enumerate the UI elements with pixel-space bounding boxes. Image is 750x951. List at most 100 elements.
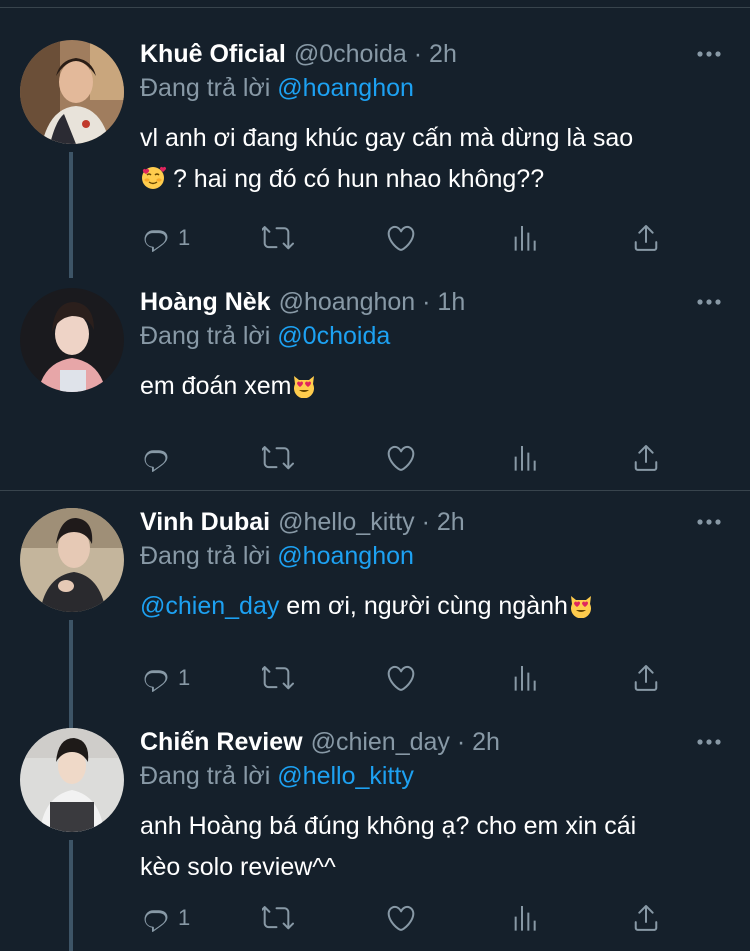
tweet-header: Khuê Oficial @0choida · 2h	[140, 40, 457, 74]
top-divider	[0, 7, 750, 8]
tweet-text-line-1: em đoán xem	[140, 366, 730, 407]
reply-count: 1	[178, 665, 191, 690]
share-button[interactable]	[630, 441, 662, 475]
replying-to-label: Đang trả lời	[140, 542, 271, 570]
retweet-button[interactable]	[262, 221, 294, 255]
display-name[interactable]: Hoàng Nèk	[140, 288, 271, 317]
handle-and-time[interactable]: @chien_day · 2h	[311, 728, 500, 757]
handle-and-time[interactable]: @hoanghon · 1h	[279, 288, 466, 317]
more-icon[interactable]	[696, 292, 722, 312]
retweet-icon	[262, 442, 294, 474]
heart-icon	[385, 902, 417, 934]
tweet-text-line-1-text: em đoán xem	[140, 372, 292, 400]
tweet-text-line-1-text: em ơi, người cùng ngành	[279, 592, 568, 620]
replying-to-mention[interactable]: @hoanghon	[277, 74, 414, 102]
heart-eyes-cat-icon	[568, 592, 594, 618]
avatar-image	[20, 288, 124, 392]
tweet-text: vl anh ơi đang khúc gay cấn mà dừng là s…	[140, 118, 730, 200]
tweet-header: Chiến Review @chien_day · 2h	[140, 728, 500, 762]
tweet-text-line-1: vl anh ơi đang khúc gay cấn mà dừng là s…	[140, 124, 634, 152]
stats-icon	[508, 222, 540, 254]
replying-to-mention[interactable]: @0choida	[277, 322, 390, 350]
reply-button[interactable]	[140, 441, 172, 475]
stats-button[interactable]	[508, 441, 540, 475]
thread-line	[69, 840, 73, 951]
heart-icon	[385, 662, 417, 694]
replying-to: Đang trả lời @hello_kitty	[140, 762, 414, 791]
tweet-text: em đoán xem	[140, 366, 730, 407]
thread-line	[69, 620, 73, 734]
retweet-icon	[262, 222, 294, 254]
smiling-face-with-hearts-icon	[140, 165, 166, 191]
replying-to-mention[interactable]: @hello_kitty	[277, 762, 414, 790]
tweet-text-line-2: ? hai ng đó có hun nhao không??	[140, 159, 730, 200]
tweet-text-line-2-text: ? hai ng đó có hun nhao không??	[166, 165, 545, 193]
conversation-divider	[0, 490, 750, 491]
thread-line	[69, 152, 73, 278]
reply-icon	[140, 902, 172, 934]
tweet-header: Vinh Dubai @hello_kitty · 2h	[140, 508, 465, 542]
display-name[interactable]: Vinh Dubai	[140, 508, 270, 537]
like-button[interactable]	[385, 661, 417, 695]
reply-button[interactable]: 1	[140, 661, 190, 695]
like-button[interactable]	[385, 441, 417, 475]
heart-eyes-cat-icon	[291, 372, 317, 398]
retweet-button[interactable]	[262, 901, 294, 935]
share-button[interactable]	[630, 661, 662, 695]
share-icon	[630, 442, 662, 474]
display-name[interactable]: Chiến Review	[140, 728, 303, 757]
avatar-image	[20, 40, 124, 144]
more-icon[interactable]	[696, 512, 722, 532]
reply-button[interactable]: 1	[140, 221, 190, 255]
replying-to: Đang trả lời @hoanghon	[140, 74, 414, 103]
handle-and-time[interactable]: @0choida · 2h	[294, 40, 457, 69]
retweet-icon	[262, 902, 294, 934]
reply-icon	[140, 222, 172, 254]
share-button[interactable]	[630, 901, 662, 935]
retweet-button[interactable]	[262, 661, 294, 695]
more-icon[interactable]	[696, 44, 722, 64]
replying-to: Đang trả lời @hoanghon	[140, 542, 414, 571]
like-button[interactable]	[385, 221, 417, 255]
avatar-khue-oficial[interactable]	[20, 40, 124, 144]
avatar-image	[20, 508, 124, 612]
heart-icon	[385, 222, 417, 254]
share-icon	[630, 902, 662, 934]
replying-to-label: Đang trả lời	[140, 74, 271, 102]
like-button[interactable]	[385, 901, 417, 935]
handle-and-time[interactable]: @hello_kitty · 2h	[278, 508, 465, 537]
stats-button[interactable]	[508, 221, 540, 255]
share-button[interactable]	[630, 221, 662, 255]
avatar-image	[20, 728, 124, 832]
tweet-text-line-2: kèo solo review^^	[140, 853, 336, 881]
replying-to-label: Đang trả lời	[140, 762, 271, 790]
reply-button[interactable]: 1	[140, 901, 190, 935]
more-icon[interactable]	[696, 732, 722, 752]
avatar-chien-review[interactable]	[20, 728, 124, 832]
share-icon	[630, 222, 662, 254]
replying-to-label: Đang trả lời	[140, 322, 271, 350]
avatar-vinh-dubai[interactable]	[20, 508, 124, 612]
reply-icon	[140, 662, 172, 694]
retweet-button[interactable]	[262, 441, 294, 475]
mention-link[interactable]: @chien_day	[140, 592, 279, 620]
tweet-text-line-1: @chien_day em ơi, người cùng ngành	[140, 586, 730, 627]
reply-count: 1	[178, 905, 191, 930]
tweet-actions: 1	[140, 221, 680, 255]
tweet-text-line-1: anh Hoàng bá đúng không ạ? cho em xin cá…	[140, 812, 637, 840]
tweet-actions	[140, 441, 680, 475]
stats-button[interactable]	[508, 901, 540, 935]
tweet-actions: 1	[140, 661, 680, 695]
stats-icon	[508, 442, 540, 474]
tweet-text: @chien_day em ơi, người cùng ngành	[140, 586, 730, 627]
share-icon	[630, 662, 662, 694]
replying-to-mention[interactable]: @hoanghon	[277, 542, 414, 570]
replying-to: Đang trả lời @0choida	[140, 322, 390, 351]
tweet-header: Hoàng Nèk @hoanghon · 1h	[140, 288, 465, 322]
reply-count: 1	[178, 225, 191, 250]
display-name[interactable]: Khuê Oficial	[140, 40, 286, 69]
avatar-hoang-nek[interactable]	[20, 288, 124, 392]
heart-icon	[385, 442, 417, 474]
stats-button[interactable]	[508, 661, 540, 695]
retweet-icon	[262, 662, 294, 694]
